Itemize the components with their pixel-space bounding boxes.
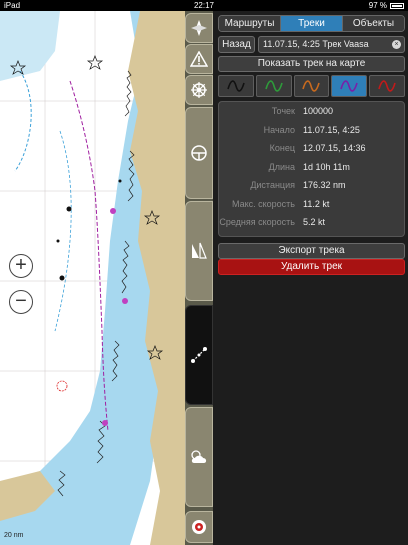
- warning-icon: [190, 51, 208, 67]
- app-root: iPad 22:17 97 % + − 20 nm Маршруты Треки…: [0, 0, 408, 545]
- stat-row: Макс. скорость 11.2 kt: [219, 195, 404, 214]
- battery-percent: 97 %: [368, 1, 387, 10]
- delete-track-button[interactable]: Удалить трек: [218, 259, 405, 275]
- track-nav-row: Назад 11.07.15, 4:25 Трек Vaasa ×: [218, 36, 405, 53]
- tool-strip: [185, 11, 213, 545]
- track-title-field[interactable]: 11.07.15, 4:25 Трек Vaasa ×: [258, 36, 405, 53]
- stat-row: Длина 1d 10h 11m: [219, 158, 404, 177]
- stat-value: 5.2 kt: [303, 217, 326, 228]
- stat-label: Конец: [269, 143, 295, 154]
- stat-label: Точек: [271, 106, 295, 117]
- export-track-button[interactable]: Экспорт трека: [218, 243, 405, 259]
- sail-icon: [192, 242, 207, 259]
- style-purple-button[interactable]: [331, 75, 368, 97]
- compass-button[interactable]: [185, 13, 213, 43]
- settings-icon: [192, 520, 206, 534]
- tab-routes[interactable]: Маршруты: [219, 16, 281, 31]
- wave-icon: [227, 80, 245, 92]
- nautical-chart[interactable]: + − 20 nm: [0, 11, 185, 545]
- show-track-on-map-button[interactable]: Показать трек на карте: [218, 56, 405, 72]
- stat-label: Средняя скорость: [219, 217, 295, 228]
- zoom-in-button[interactable]: +: [9, 254, 33, 278]
- ship-wheel-button[interactable]: [185, 75, 213, 105]
- tab-tracks[interactable]: Треки: [281, 16, 343, 31]
- stat-row: Средняя скорость 5.2 kt: [219, 213, 404, 232]
- wave-icon: [302, 80, 321, 92]
- stat-value: 1d 10h 11m: [303, 161, 350, 172]
- track-style-picker: [218, 75, 405, 97]
- style-black-button[interactable]: [218, 75, 254, 97]
- style-orange-button[interactable]: [293, 75, 330, 97]
- stat-row: Точек 100000: [219, 102, 404, 121]
- tab-objects[interactable]: Объекты: [343, 16, 404, 31]
- ship-wheel-icon: [191, 82, 207, 98]
- sail-button[interactable]: [185, 201, 213, 301]
- warning-button[interactable]: [185, 44, 213, 74]
- track-title-text: 11.07.15, 4:25 Трек Vaasa: [263, 39, 369, 49]
- hazard-circle: [56, 380, 68, 392]
- clear-icon[interactable]: ×: [392, 40, 401, 49]
- tracks-panel: Маршруты Треки Объекты Назад 11.07.15, 4…: [213, 11, 408, 545]
- status-bar: iPad 22:17 97 %: [0, 0, 408, 11]
- weather-icon: [191, 450, 207, 463]
- steering-button[interactable]: [185, 107, 213, 199]
- stat-row: Конец 12.07.15, 14:36: [219, 139, 404, 158]
- battery-icon: [390, 2, 404, 9]
- stat-value: 12.07.15, 14:36: [303, 143, 366, 154]
- stat-row: Дистанция 176.32 nm: [219, 176, 404, 195]
- route-icon: [191, 347, 207, 363]
- wave-icon: [340, 80, 359, 92]
- stat-value: 11.07.15, 4:25: [303, 124, 360, 135]
- stat-label: Длина: [268, 161, 295, 172]
- steering-icon: [191, 145, 207, 161]
- stat-value: 11.2 kt: [303, 198, 330, 209]
- stat-label: Начало: [263, 124, 295, 135]
- chart-graphics: [0, 11, 185, 545]
- zoom-out-button[interactable]: −: [9, 290, 33, 314]
- battery-indicator: 97 %: [369, 0, 404, 11]
- weather-button[interactable]: [185, 407, 213, 507]
- wave-icon: [378, 80, 396, 92]
- track-stats: Точек 100000 Начало 11.07.15, 4:25 Конец 12…: [218, 101, 405, 237]
- stat-value: 100000: [303, 106, 334, 117]
- route-button[interactable]: [185, 305, 213, 405]
- stat-value: 176.32 nm: [303, 180, 346, 191]
- stat-label: Дистанция: [250, 180, 295, 191]
- panel-tabs: Маршруты Треки Объекты: [218, 15, 405, 32]
- stat-row: Начало 11.07.15, 4:25: [219, 121, 404, 140]
- compass-icon: [191, 20, 207, 36]
- style-red-button[interactable]: [369, 75, 405, 97]
- scale-label: 20 nm: [4, 532, 24, 539]
- wave-icon: [264, 80, 283, 92]
- stat-label: Макс. скорость: [231, 198, 295, 209]
- clock: 22:17: [193, 1, 215, 10]
- style-green-button[interactable]: [255, 75, 292, 97]
- back-button[interactable]: Назад: [218, 36, 255, 53]
- shallow-water-nw: [0, 11, 60, 81]
- settings-button[interactable]: [185, 511, 213, 543]
